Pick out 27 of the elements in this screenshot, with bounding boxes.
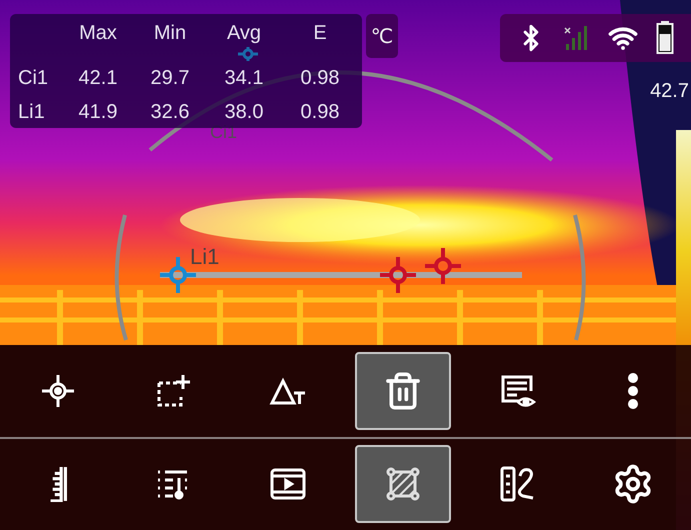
table-cell: 0.98 (300, 100, 340, 123)
table-cell: 42.1 (78, 67, 118, 90)
overlay-label: Li1 (190, 244, 220, 269)
table-cell: 29.7 (150, 67, 190, 90)
ruler-icon (48, 466, 67, 502)
table-cell: 38.0 (224, 100, 264, 123)
row-label: Li1 (18, 100, 45, 123)
table-cell: 41.9 (78, 100, 118, 123)
column-header: E (313, 22, 327, 44)
table-cell: 32.6 (150, 100, 190, 123)
signal-icon (563, 24, 590, 52)
table-cell: 34.1 (224, 67, 264, 90)
max-temperature-marker[interactable] (378, 255, 418, 295)
column-header: Min (154, 22, 186, 44)
region-button[interactable] (355, 445, 452, 524)
scale-max-value: 42.7 (650, 80, 689, 103)
unit-button[interactable]: ℃ (366, 14, 398, 58)
overlay-label: Ci1 (210, 122, 238, 142)
more-icon (627, 372, 640, 410)
min-temperature-marker[interactable] (423, 246, 463, 286)
delete-button[interactable] (355, 352, 452, 430)
column-header: Max (79, 22, 117, 44)
battery-icon (656, 21, 674, 55)
row-label: Ci1 (18, 67, 48, 90)
column-header: Avg (226, 22, 262, 44)
table-cell: 0.98 (300, 67, 340, 90)
crosshair-marker[interactable] (236, 46, 260, 62)
